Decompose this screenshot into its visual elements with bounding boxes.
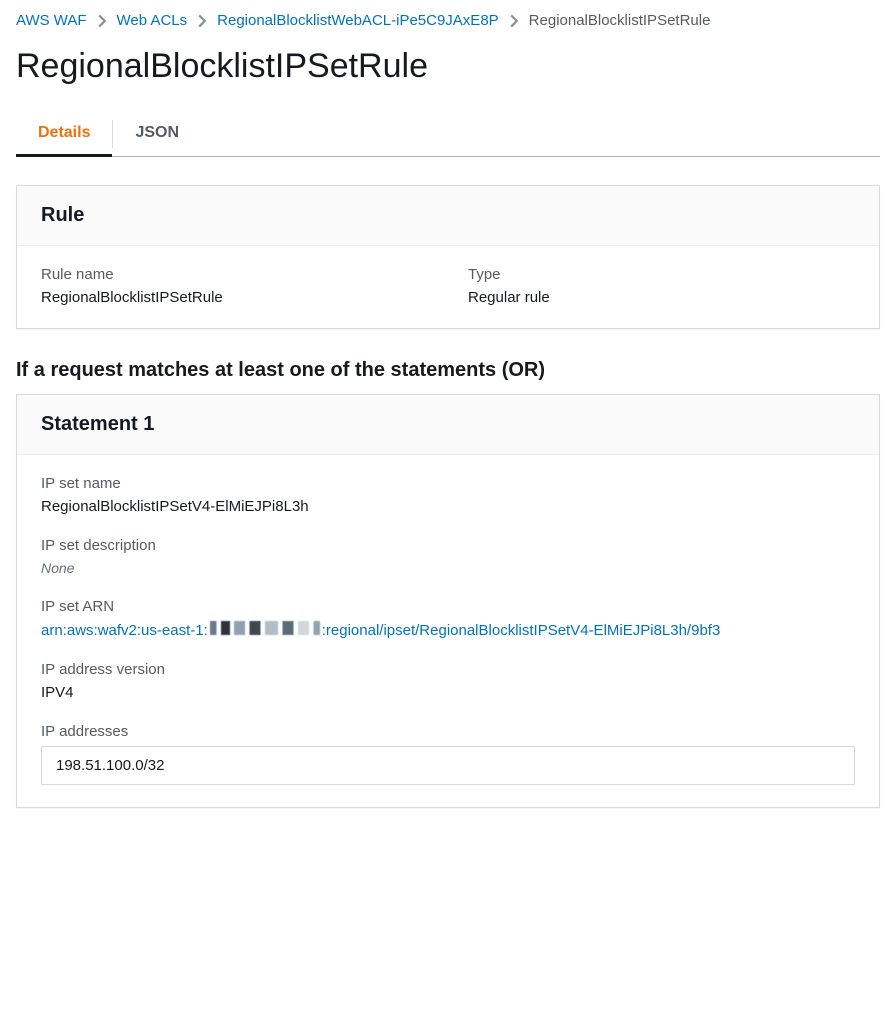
arn-prefix: arn:aws:wafv2:us-east-1:	[41, 622, 208, 639]
chevron-right-icon	[197, 14, 207, 28]
ip-set-name-value: RegionalBlocklistIPSetV4-ElMiEJPi8L3h	[41, 498, 855, 515]
ip-set-arn-link[interactable]: arn:aws:wafv2:us-east-1: :regional/ipset/…	[41, 621, 720, 639]
statement-1-heading: Statement 1	[17, 395, 879, 455]
arn-suffix: :regional/ipset/RegionalBlocklistIPSetV4…	[322, 622, 721, 639]
tab-details[interactable]: Details	[16, 112, 112, 156]
statement-1-panel: Statement 1 IP set name RegionalBlocklis…	[16, 394, 880, 808]
ip-set-description-value: None	[41, 560, 855, 576]
tabs: Details JSON	[16, 112, 880, 157]
ip-version-value: IPV4	[41, 684, 855, 701]
tab-json[interactable]: JSON	[113, 112, 201, 156]
chevron-right-icon	[97, 14, 107, 28]
ip-addresses-label: IP addresses	[41, 723, 855, 740]
ip-version-label: IP address version	[41, 661, 855, 678]
match-condition-heading: If a request matches at least one of the…	[16, 359, 880, 382]
rule-type-value: Regular rule	[468, 289, 855, 306]
rule-panel-heading: Rule	[17, 186, 879, 246]
rule-name-value: RegionalBlocklistIPSetRule	[41, 289, 428, 306]
ip-addresses-box: 198.51.100.0/32	[41, 746, 855, 785]
breadcrumb: AWS WAF Web ACLs RegionalBlocklistWebACL…	[0, 0, 896, 37]
rule-name-label: Rule name	[41, 266, 428, 283]
rule-panel: Rule Rule name RegionalBlocklistIPSetRul…	[16, 185, 880, 329]
breadcrumb-web-acls[interactable]: Web ACLs	[117, 12, 188, 29]
ip-address-entry: 198.51.100.0/32	[56, 757, 840, 774]
chevron-right-icon	[509, 14, 519, 28]
breadcrumb-current: RegionalBlocklistIPSetRule	[529, 12, 711, 29]
breadcrumb-web-acl-name[interactable]: RegionalBlocklistWebACL-iPe5C9JAxE8P	[217, 12, 499, 29]
ip-set-arn-label: IP set ARN	[41, 598, 855, 615]
ip-set-name-label: IP set name	[41, 475, 855, 492]
ip-set-description-label: IP set description	[41, 537, 855, 554]
arn-redacted-account	[210, 621, 320, 635]
breadcrumb-aws-waf[interactable]: AWS WAF	[16, 12, 87, 29]
rule-type-label: Type	[468, 266, 855, 283]
page-title: RegionalBlocklistIPSetRule	[0, 37, 896, 112]
